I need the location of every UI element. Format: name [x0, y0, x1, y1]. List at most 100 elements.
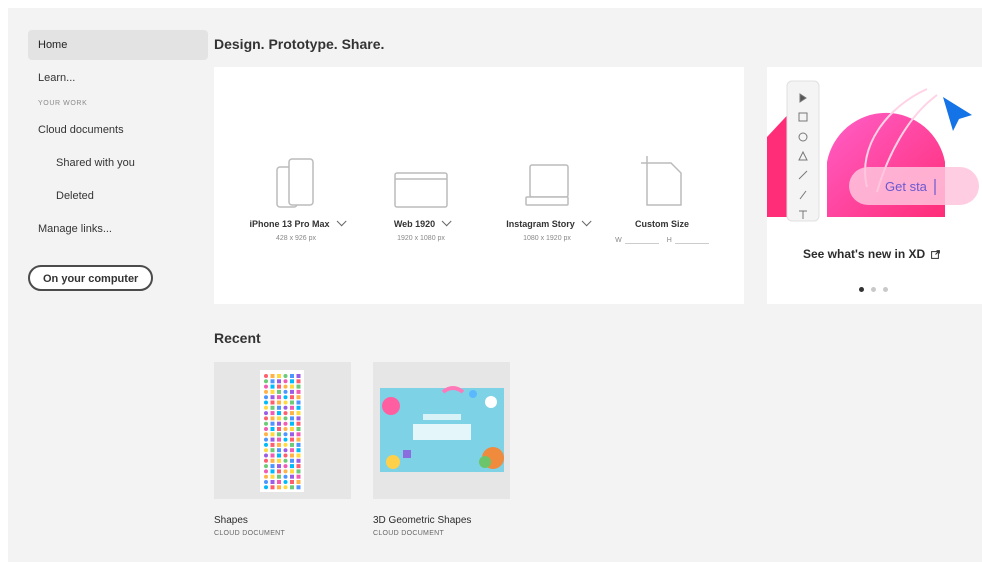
shape-swatch — [277, 458, 281, 463]
shape-swatch — [277, 485, 281, 490]
svg-text:Get sta: Get sta — [885, 179, 928, 194]
preset-web[interactable]: Web 1920 1920 x 1080 px — [366, 149, 476, 242]
preset-instagram[interactable]: Instagram Story 1080 x 1920 px — [492, 149, 602, 242]
whats-new-card[interactable]: Get sta See what's new in XD — [767, 67, 982, 304]
shape-swatch — [277, 453, 281, 458]
shape-swatch — [283, 374, 288, 378]
shape-swatch — [290, 437, 294, 442]
shape-swatch — [264, 384, 268, 389]
preset-name: iPhone 13 Pro Max — [241, 216, 351, 229]
on-your-computer-button[interactable]: On your computer — [28, 265, 154, 291]
whats-new-link[interactable]: See what's new in XD — [803, 247, 941, 262]
sidebar-item-deleted[interactable]: Deleted — [28, 181, 208, 211]
shape-swatch — [264, 421, 268, 426]
shape-swatch — [283, 411, 288, 416]
shape-swatch — [277, 379, 281, 384]
shape-swatch — [277, 389, 281, 394]
shape-swatch — [296, 432, 301, 437]
shape-swatch — [290, 464, 294, 469]
page-title: Design. Prototype. Share. — [214, 36, 385, 52]
shape-swatch — [296, 421, 301, 426]
shape-swatch — [283, 379, 288, 384]
shape-swatch — [283, 448, 288, 453]
shape-swatch — [296, 395, 301, 400]
shape-swatch — [270, 458, 275, 463]
shape-swatch — [296, 469, 301, 474]
shape-swatch — [290, 400, 294, 405]
shape-swatch — [264, 474, 268, 479]
shape-swatch — [290, 416, 294, 421]
shape-swatch — [290, 421, 294, 426]
shape-swatch — [270, 421, 275, 426]
preset-dimensions: 1080 x 1920 px — [523, 235, 571, 242]
shape-swatch — [264, 448, 268, 453]
custom-size-icon — [607, 149, 717, 209]
carousel-dots — [859, 287, 888, 292]
shape-swatch — [277, 437, 281, 442]
recent-doc-3d-geometric-shapes[interactable]: 3D Geometric Shapes CLOUD DOCUMENT — [373, 362, 510, 537]
sidebar-item-cloud-documents[interactable]: Cloud documents — [28, 115, 208, 145]
shape-swatch — [270, 448, 275, 453]
shape-swatch — [296, 480, 301, 484]
section-label-your-work: YOUR WORK — [38, 100, 88, 107]
shape-swatch — [277, 384, 281, 389]
shape-swatch — [296, 437, 301, 442]
shape-swatch — [277, 411, 281, 416]
shape-swatch — [283, 427, 288, 431]
doc-type: CLOUD DOCUMENT — [373, 530, 445, 537]
chevron-down-icon[interactable] — [441, 216, 452, 227]
height-field[interactable]: H — [667, 235, 709, 244]
shape-swatch — [296, 379, 301, 384]
shape-swatch — [296, 485, 301, 490]
width-field[interactable]: W — [615, 235, 659, 244]
sidebar-item-home[interactable]: Home — [28, 30, 208, 60]
recent-doc-shapes[interactable]: Shapes CLOUD DOCUMENT — [214, 362, 351, 537]
shape-swatch — [296, 416, 301, 421]
shape-swatch — [270, 432, 275, 437]
chevron-down-icon[interactable] — [581, 216, 592, 227]
shape-swatch — [270, 374, 275, 378]
sidebar-item-shared-with-you[interactable]: Shared with you — [28, 148, 208, 178]
shape-swatch — [296, 374, 301, 378]
shape-swatch — [264, 400, 268, 405]
shape-swatch — [277, 416, 281, 421]
preset-name: Instagram Story — [492, 216, 602, 229]
preset-iphone[interactable]: iPhone 13 Pro Max 428 x 926 px — [241, 149, 351, 242]
carousel-dot-3[interactable] — [883, 287, 888, 292]
shape-swatch — [290, 384, 294, 389]
chevron-down-icon[interactable] — [336, 216, 347, 227]
shape-swatch — [283, 389, 288, 394]
shape-swatch — [277, 374, 281, 378]
shape-swatch — [296, 389, 301, 394]
shape-swatch — [296, 448, 301, 453]
custom-size-fields: W H — [607, 235, 717, 244]
shape-swatch — [283, 480, 288, 484]
shape-swatch — [296, 474, 301, 479]
shape-swatch — [290, 411, 294, 416]
shape-swatch — [283, 400, 288, 405]
sidebar-item-manage-links[interactable]: Manage links... — [28, 214, 208, 244]
shape-swatch — [283, 442, 288, 447]
shape-swatch — [283, 453, 288, 458]
shape-swatch — [283, 469, 288, 474]
browser-icon — [366, 149, 476, 209]
shape-swatch — [277, 432, 281, 437]
shape-swatch — [270, 405, 275, 410]
preset-custom-size[interactable]: Custom Size W H — [607, 149, 717, 244]
shape-swatch — [283, 384, 288, 389]
carousel-dot-2[interactable] — [871, 287, 876, 292]
phone-icon — [241, 149, 351, 209]
shape-swatch — [290, 469, 294, 474]
carousel-dot-1[interactable] — [859, 287, 864, 292]
shape-swatch — [296, 400, 301, 405]
sidebar-item-learn[interactable]: Learn... — [28, 63, 208, 93]
shape-swatch — [270, 384, 275, 389]
shape-swatch — [270, 453, 275, 458]
shape-swatch — [264, 416, 268, 421]
shape-swatch — [283, 485, 288, 490]
shape-swatch — [283, 437, 288, 442]
app-window: Home Learn... YOUR WORK Cloud documents … — [8, 8, 982, 562]
shape-swatch — [290, 389, 294, 394]
external-link-icon — [931, 248, 941, 262]
shape-swatch — [270, 416, 275, 421]
